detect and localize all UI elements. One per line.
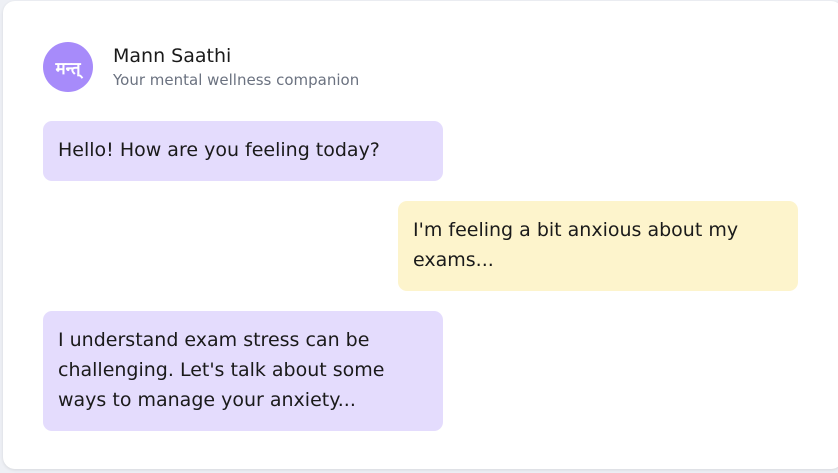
app-title: Mann Saathi <box>113 45 232 67</box>
chat-header: मन्त् Mann Saathi Your mental wellness c… <box>43 41 359 93</box>
bot-message-bubble: Hello! How are you feeling today? <box>43 121 443 181</box>
header-text: Mann Saathi Your mental wellness compani… <box>113 44 359 90</box>
avatar: मन्त् <box>43 42 93 92</box>
user-message-bubble: I'm feeling a bit anxious about my exams… <box>398 201 798 291</box>
app-subtitle: Your mental wellness companion <box>113 71 360 89</box>
chat-card: मन्त् Mann Saathi Your mental wellness c… <box>3 1 838 469</box>
bot-message-bubble: I understand exam stress can be challeng… <box>43 311 443 431</box>
